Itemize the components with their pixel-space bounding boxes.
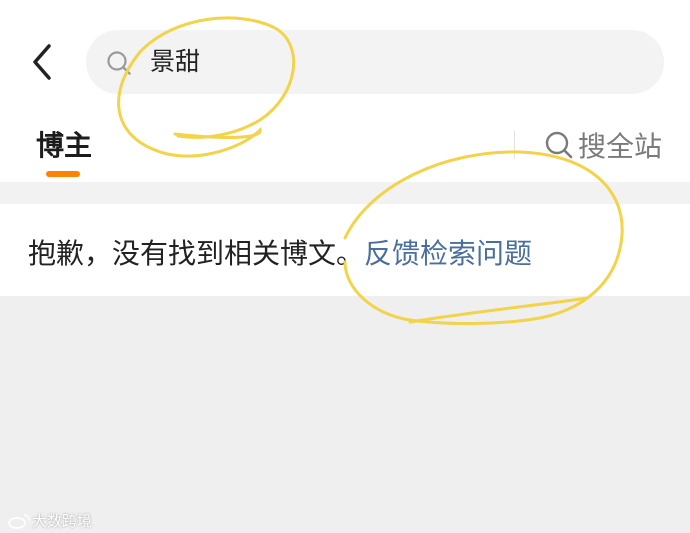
search-icon [107, 51, 131, 75]
active-tab-indicator [46, 171, 80, 177]
empty-result-card: 抱歉，没有找到相关博文。反馈检索问题 [0, 204, 690, 296]
search-icon [545, 131, 573, 159]
empty-result-message: 抱歉，没有找到相关博文。反馈检索问题 [28, 232, 532, 272]
weibo-logo-icon [8, 513, 30, 529]
tab-bloggers[interactable]: 博主 [36, 124, 92, 164]
feedback-link[interactable]: 反馈检索问题 [364, 237, 532, 270]
search-all-site-label: 搜全站 [578, 130, 663, 163]
search-input[interactable]: 景甜 [86, 30, 664, 94]
chevron-left-icon [33, 44, 51, 80]
watermark: 大数跨境 [8, 510, 92, 531]
divider [514, 131, 515, 159]
header: 景甜 博主 搜全站 [0, 0, 690, 182]
search-query[interactable]: 景甜 [150, 30, 200, 94]
back-button[interactable] [22, 40, 62, 84]
watermark-text: 大数跨境 [32, 512, 93, 530]
search-all-site-button[interactable]: 搜全站 [544, 126, 662, 164]
section-gap [0, 182, 690, 204]
no-result-text: 抱歉，没有找到相关博文。 [28, 237, 365, 270]
